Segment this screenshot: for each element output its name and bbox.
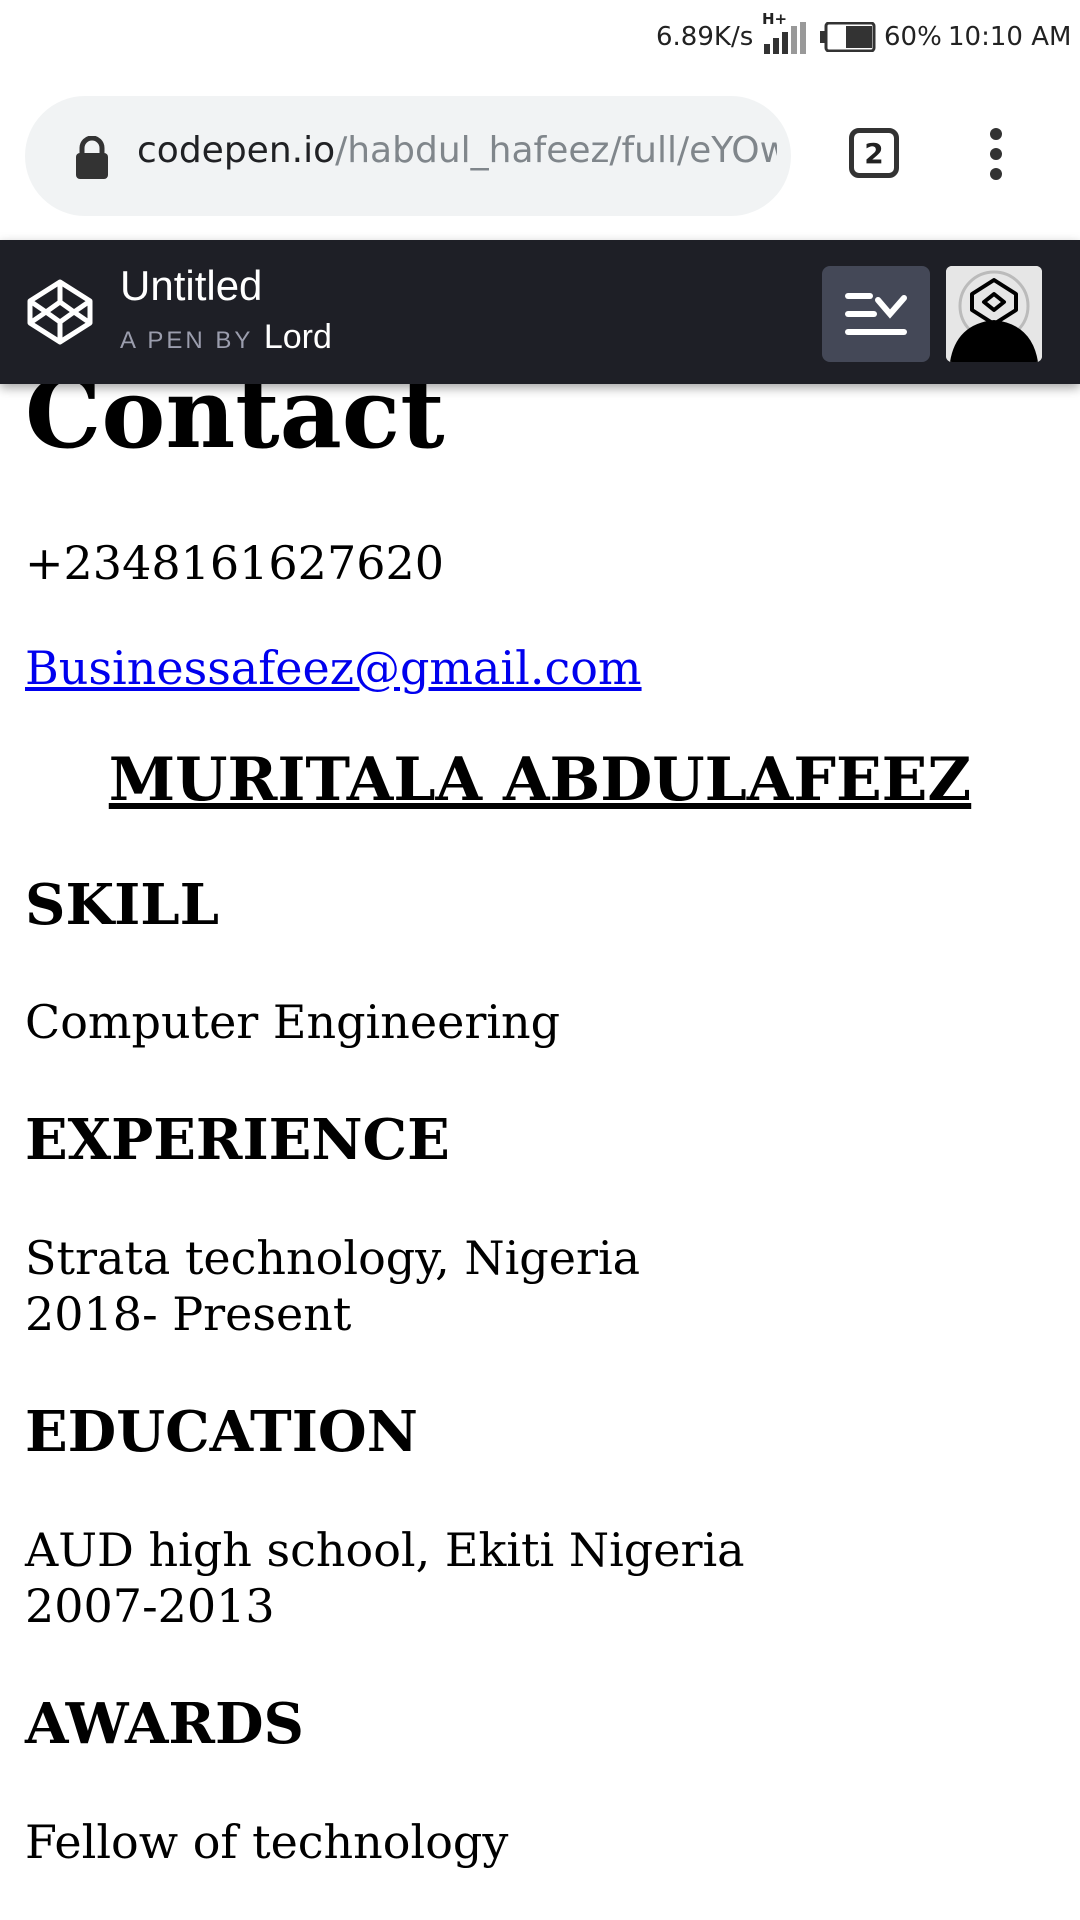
user-avatar[interactable] — [946, 266, 1042, 362]
awards-heading: AWARDS — [25, 1691, 304, 1757]
experience-dates: 2018- Present — [25, 1287, 352, 1341]
url-path: /habdul_hafeez/full/eYOwWc — [335, 130, 777, 171]
phone-number: +2348161627620 — [25, 536, 445, 590]
codepen-header: Untitled A PEN BY Lord — [0, 240, 1080, 384]
menu-dot — [990, 128, 1002, 140]
clock: 10:10 AM — [948, 22, 1072, 52]
url-domain: codepen.io — [137, 130, 336, 171]
pen-by-prefix: A PEN BY — [120, 327, 254, 354]
skill-text: Computer Engineering — [25, 995, 561, 1049]
tab-switcher-button[interactable]: 2 — [849, 128, 899, 178]
pen-title: Untitled — [120, 262, 263, 309]
status-bar: 6.89K/s H+ 60% 10:10 AM — [0, 0, 1080, 78]
email-link[interactable]: Businessafeez@gmail.com — [25, 640, 642, 696]
experience-company: Strata technology, Nigeria — [25, 1231, 641, 1285]
signal-icon — [764, 22, 806, 54]
network-speed: 6.89K/s — [656, 22, 754, 52]
education-heading: EDUCATION — [25, 1399, 418, 1465]
view-toggle-button[interactable] — [822, 266, 930, 362]
pen-byline: A PEN BY Lord — [120, 318, 332, 357]
battery-percent: 60% — [884, 22, 942, 52]
codepen-logo-icon[interactable] — [26, 278, 94, 346]
menu-dot — [990, 148, 1002, 160]
menu-dot — [990, 168, 1002, 180]
skill-heading: SKILL — [25, 872, 220, 938]
experience-heading: EXPERIENCE — [25, 1107, 450, 1173]
battery-icon — [820, 22, 876, 52]
tab-count: 2 — [864, 136, 884, 170]
url-text: codepen.io/habdul_hafeez/full/eYOwWc — [137, 130, 777, 171]
address-bar[interactable]: codepen.io/habdul_hafeez/full/eYOwWc — [25, 96, 791, 216]
education-dates: 2007-2013 — [25, 1579, 275, 1633]
more-menu-button[interactable] — [986, 128, 1006, 184]
pen-author[interactable]: Lord — [264, 318, 332, 356]
lock-icon — [76, 136, 108, 179]
awards-text: Fellow of technology — [25, 1815, 509, 1869]
browser-toolbar: codepen.io/habdul_hafeez/full/eYOwWc 2 — [0, 78, 1080, 240]
name-heading: MURITALA ABDULAFEEZ — [108, 745, 972, 815]
education-school: AUD high school, Ekiti Nigeria — [25, 1523, 745, 1577]
avatar-image — [946, 266, 1042, 362]
list-chevron-icon — [845, 293, 907, 335]
